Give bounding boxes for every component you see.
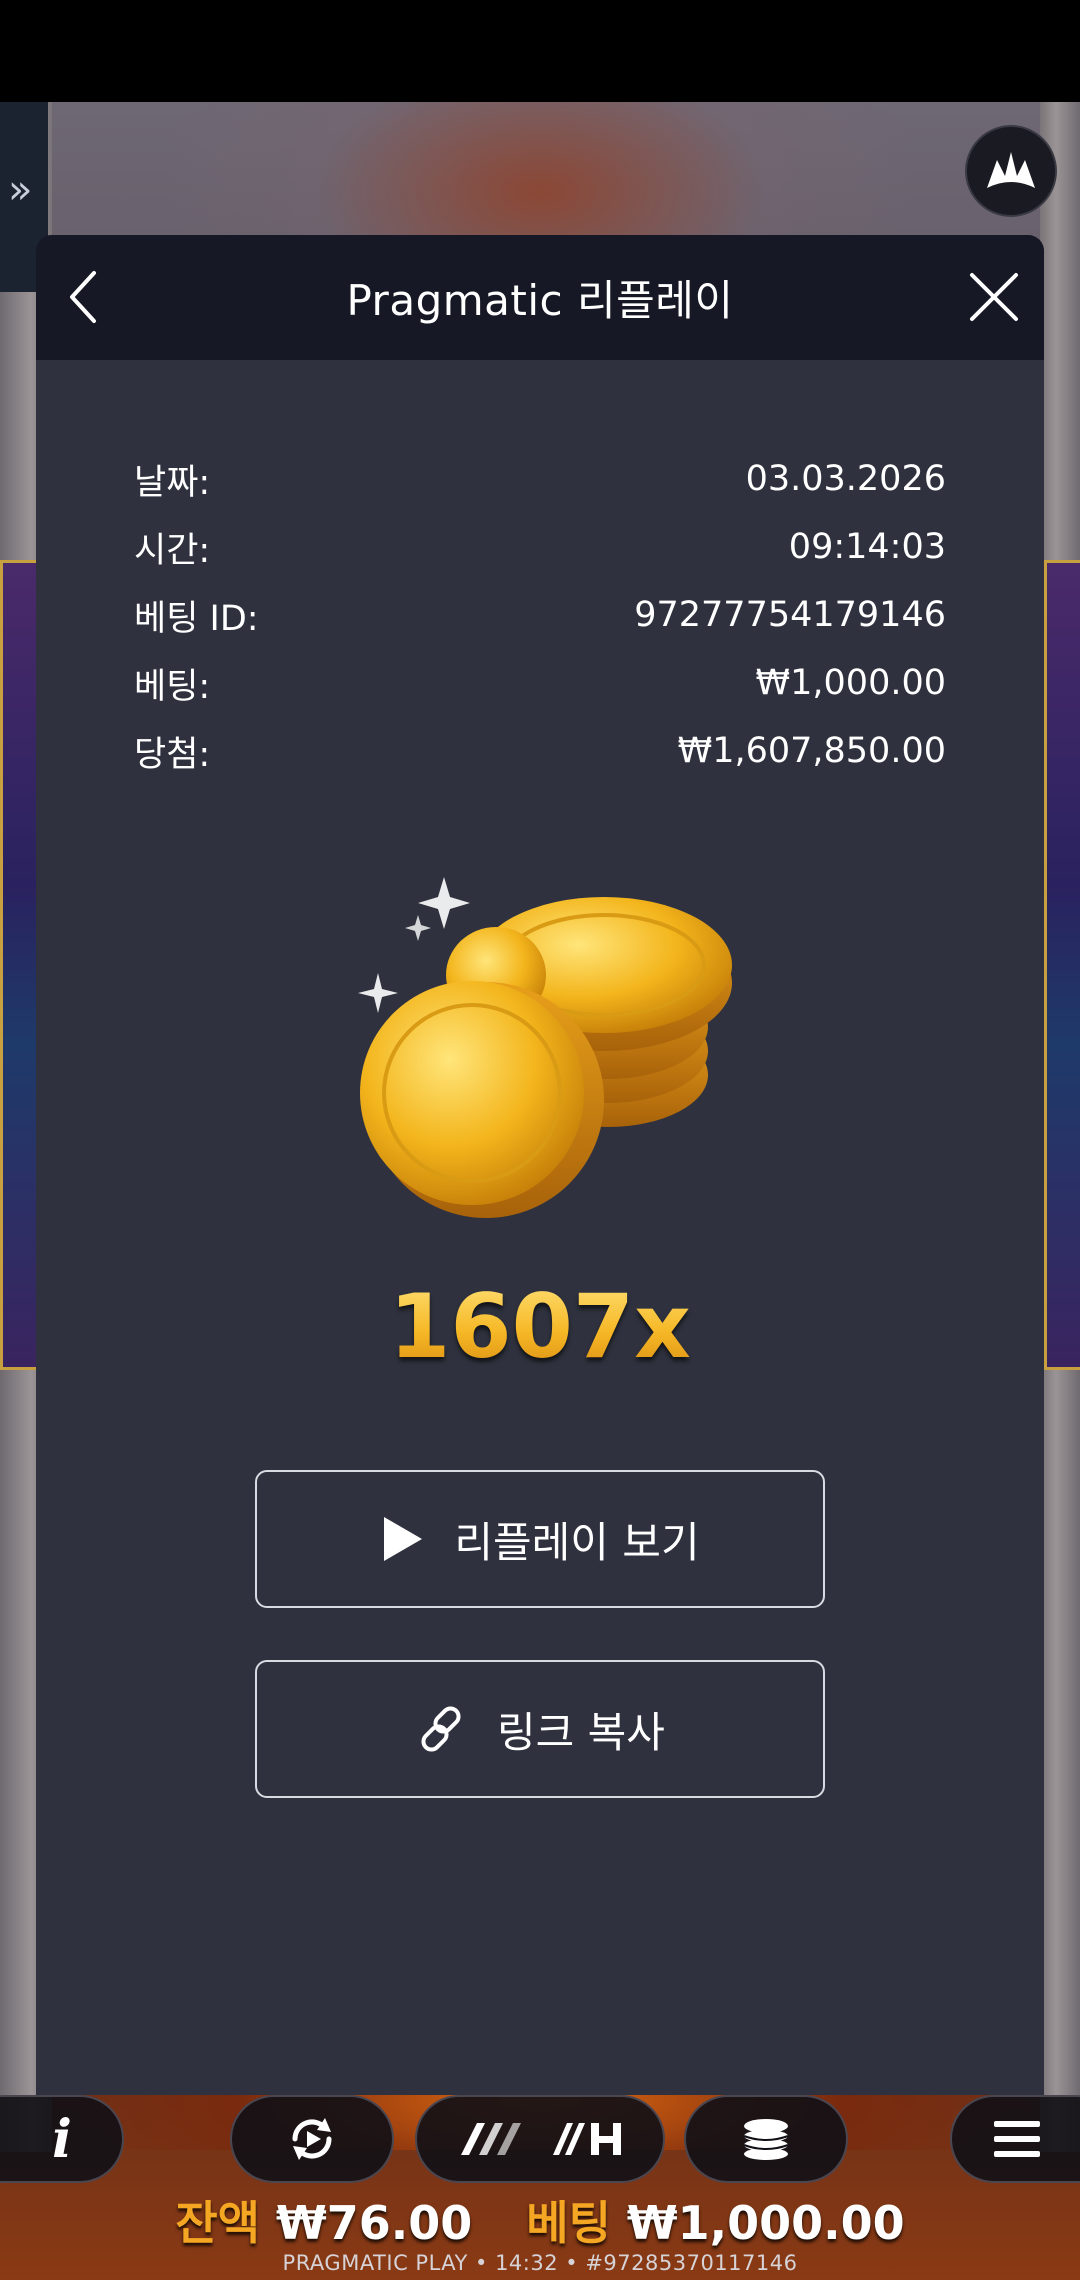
watch-replay-button[interactable]: 리플레이 보기 xyxy=(255,1470,825,1608)
reel-strip-right xyxy=(1044,560,1080,1370)
turbo-spin-button[interactable] xyxy=(415,2095,665,2183)
screen: » Pragmatic 리플레이 날짜: 03.03.2026 시간: 09:1… xyxy=(0,0,1080,2280)
provider-footer: PRAGMATIC PLAY • 14:32 • #97285370117146 xyxy=(282,2251,798,2275)
time-value: 09:14:03 xyxy=(788,527,946,567)
detail-row-bet: 베팅: ₩1,000.00 xyxy=(134,649,946,717)
detail-row-date: 날짜: 03.03.2026 xyxy=(134,445,946,513)
bet-id-value: 97277754179146 xyxy=(634,595,946,635)
pragmatic-logo-icon xyxy=(987,152,1035,188)
balance-value: ₩76.00 xyxy=(275,2196,473,2250)
bet-details: 날짜: 03.03.2026 시간: 09:14:03 베팅 ID: 97277… xyxy=(134,445,946,785)
bet-coins-button[interactable] xyxy=(684,2095,848,2183)
play-icon xyxy=(380,1515,424,1563)
watch-replay-label: 리플레이 보기 xyxy=(454,1517,700,1567)
win-label: 당첨: xyxy=(134,734,211,775)
replay-modal: Pragmatic 리플레이 날짜: 03.03.2026 시간: 09:14:… xyxy=(36,235,1044,2095)
detail-row-bet-id: 베팅 ID: 97277754179146 xyxy=(134,581,946,649)
close-icon xyxy=(970,273,1018,321)
autoplay-button[interactable] xyxy=(230,2095,394,2183)
balance-bet-status: 잔액 ₩76.00 베팅 ₩1,000.00 xyxy=(0,2187,1080,2253)
menu-icon xyxy=(994,2121,1040,2157)
gold-coins-illustration xyxy=(358,877,732,1218)
modal-title: Pragmatic 리플레이 xyxy=(346,276,734,325)
bet-id-label: 베팅 ID: xyxy=(134,598,259,639)
date-value: 03.03.2026 xyxy=(745,459,946,499)
bet-label: 베팅: xyxy=(134,666,211,707)
bet-amount-label: 베팅 xyxy=(526,2196,611,2250)
detail-row-time: 시간: 09:14:03 xyxy=(134,513,946,581)
copy-link-button[interactable]: 링크 복사 xyxy=(255,1660,825,1798)
info-button[interactable]: i xyxy=(0,2095,124,2183)
link-icon xyxy=(415,1703,467,1755)
autoplay-icon xyxy=(292,2118,332,2160)
bet-value: ₩1,000.00 xyxy=(755,663,946,703)
chevron-left-icon xyxy=(70,271,96,323)
win-value: ₩1,607,850.00 xyxy=(677,731,946,771)
back-button[interactable] xyxy=(54,267,114,327)
game-control-bar: i 잔액 ₩76.00 베팅 ₩1,000.00 PRAGMATIC PLAY … xyxy=(0,2095,1080,2280)
date-label: 날짜: xyxy=(134,462,211,503)
turbo-icon xyxy=(461,2123,521,2155)
menu-button[interactable] xyxy=(950,2095,1080,2183)
balance-label: 잔액 xyxy=(175,2196,260,2250)
detail-row-win: 당첨: ₩1,607,850.00 xyxy=(134,717,946,785)
hyper-spin-icon xyxy=(553,2123,621,2155)
win-multiplier: 1607x xyxy=(36,1275,1044,1378)
coins-icon xyxy=(743,2119,789,2160)
time-label: 시간: xyxy=(134,530,211,571)
double-chevron-right-icon[interactable]: » xyxy=(8,170,32,210)
bet-amount-value: ₩1,000.00 xyxy=(626,2196,905,2250)
copy-link-label: 링크 복사 xyxy=(497,1707,665,1757)
info-icon: i xyxy=(52,2108,72,2170)
modal-header: Pragmatic 리플레이 xyxy=(36,235,1044,360)
close-button[interactable] xyxy=(962,265,1026,329)
pragmatic-logo-button[interactable] xyxy=(965,125,1057,217)
reel-strip-left xyxy=(0,560,40,1370)
